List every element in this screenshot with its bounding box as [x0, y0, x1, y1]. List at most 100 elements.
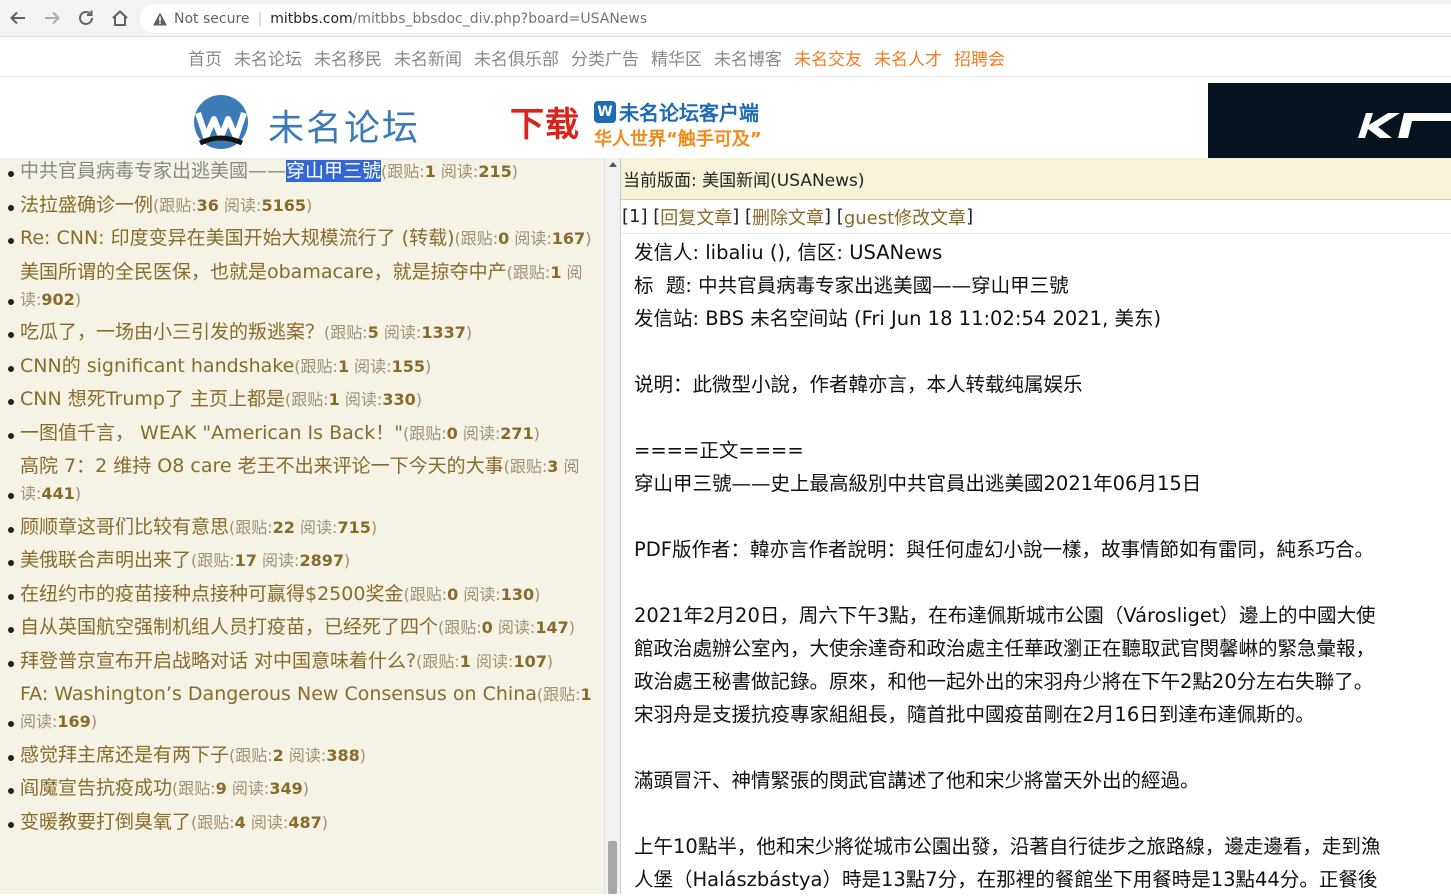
thread-title-link[interactable]: 在纽约市的疫苗接种点接种可赢得$2500奖金 [20, 583, 403, 605]
followups-label: 跟贴: [444, 618, 482, 637]
reads-count: 902 [41, 289, 75, 309]
thread-title-link[interactable]: Re: CNN: 印度变异在美国开始大规模流行了 (转载) [20, 227, 454, 249]
reads-count: 147 [535, 618, 569, 637]
download-label[interactable]: 下载 [510, 97, 580, 146]
followups-count: 0 [481, 618, 493, 637]
thread-meta: (跟贴:1 阅读:155) [294, 356, 432, 376]
thread-title-link[interactable]: 拜登普京宣布开启战略对话 对中国意味着什么? [20, 650, 416, 672]
thread-item-body: 阎魔宣告抗疫成功(跟贴:9 阅读:349) [20, 775, 598, 802]
thread-meta: (跟贴:17 阅读:2897) [191, 551, 351, 570]
address-bar[interactable]: Not secure | mitbbs.com/mitbbs_bbsdoc_di… [140, 4, 1451, 33]
thread-title-link[interactable]: CNN 想死Trump了 主页上都是 [20, 388, 285, 410]
guest-edit-link[interactable]: guest修改文章 [844, 204, 966, 230]
thread-title-link[interactable]: 高院 7：2 维持 O8 care 老王不出来评论一下今天的大事 [20, 455, 504, 477]
article-blank-line [634, 401, 1439, 434]
reads-label: 阅读: [344, 390, 383, 409]
thread-meta: (跟贴:9 阅读:349) [172, 779, 309, 798]
nav-link[interactable]: 未名移民 [314, 45, 382, 70]
nav-link[interactable]: 未名俱乐部 [474, 45, 559, 70]
back-button[interactable] [2, 2, 34, 34]
site-logo-text[interactable]: 未名论坛 [268, 99, 420, 151]
home-button[interactable] [104, 2, 136, 34]
scroll-thumb[interactable] [608, 841, 617, 894]
followups-count: 0 [498, 229, 510, 248]
thread-title-link[interactable]: 变暖教要打倒臭氧了 [20, 811, 191, 833]
thread-title-link[interactable]: CNN的 significant handshake [20, 355, 294, 377]
thread-meta: (跟贴:1 阅读:215) [381, 162, 518, 181]
followups-count: 22 [272, 517, 295, 537]
thread-title-link[interactable]: 美国所谓的全民医保，也就是obamacare，就是掠夺中产 [20, 261, 507, 283]
reads-count: 107 [513, 651, 547, 671]
thread-title-selected-text[interactable]: 穿山甲三號 [286, 160, 382, 182]
followups-label: 跟贴: [512, 262, 551, 282]
client-app-title[interactable]: W 未名论坛客户端 [594, 97, 759, 126]
followups-label: 跟贴: [235, 517, 273, 537]
followups-label: 跟贴: [409, 423, 447, 443]
thread-title-link[interactable]: 阎魔宣告抗疫成功 [20, 777, 172, 799]
nav-link[interactable]: 未名新闻 [394, 45, 462, 70]
followups-label: 跟贴: [422, 651, 460, 671]
reads-label: 阅读: [476, 651, 514, 671]
followups-label: 跟贴: [409, 584, 448, 604]
thread-title-link[interactable]: 吃瓜了，一场由小三引发的叛逃案？ [20, 321, 324, 343]
warning-icon[interactable] [152, 11, 168, 27]
thread-title-link[interactable]: 美俄联合声明出来了 [20, 549, 191, 571]
nav-link[interactable]: 未名人才 [874, 45, 942, 70]
thread-title-link[interactable]: 中共官員病毒专家出逃美國—— [20, 160, 286, 182]
thread-list-scrollbar[interactable] [604, 158, 620, 894]
scroll-up-arrow-icon[interactable] [609, 162, 617, 167]
thread-title-link[interactable]: 自从英国航空强制机组人员打疫苗，已经死了四个 [20, 616, 438, 638]
delete-link[interactable]: 删除文章 [752, 204, 824, 230]
article-line: 穿山甲三號——史上最高級別中共官員出逃美國2021年06月15日 [634, 472, 1202, 495]
forward-button[interactable] [36, 2, 68, 34]
reads-count: 487 [288, 812, 322, 832]
reads-count: 2897 [299, 551, 344, 570]
reads-count: 169 [57, 712, 91, 731]
followups-count: 0 [447, 584, 459, 604]
bullet-icon [8, 192, 20, 219]
thread-list-item: 感觉拜主席还是有两下子(跟贴:2 阅读:388) [0, 742, 604, 769]
thread-list-item: 美俄联合声明出来了(跟贴:17 阅读:2897) [0, 547, 604, 574]
banner: 未名论坛 下载 W 未名论坛客户端 华人世界“触手可及” [0, 76, 1451, 159]
article-line: 上午10點半，他和宋少將從城市公園出發，沿著自行徒步之旅路線，邊走邊看，走到漁 [634, 835, 1381, 858]
ad-banner[interactable] [1208, 83, 1451, 159]
thread-meta: (跟贴:0 阅读:147) [438, 618, 575, 637]
nav-link[interactable]: 招聘会 [954, 45, 1005, 70]
thread-item-body: 变暖教要打倒臭氧了(跟贴:4 阅读:487) [20, 809, 598, 836]
reload-button[interactable] [70, 2, 102, 34]
nav-link[interactable]: 未名博客 [714, 45, 782, 70]
reads-count: 271 [500, 423, 534, 443]
url-host[interactable]: mitbbs.com [270, 11, 352, 27]
nav-link[interactable]: 精华区 [651, 45, 702, 70]
bullet-icon [8, 353, 20, 380]
thread-item-body: 一图值千言， WEAK "American Is Back！"(跟贴:0 阅读:… [20, 420, 598, 447]
bullet-icon [8, 648, 20, 675]
article-blank-line [634, 797, 1439, 830]
nav-link[interactable]: 未名论坛 [234, 45, 302, 70]
thread-list-item: CNN的 significant handshake(跟贴:1 阅读:155) [0, 353, 604, 380]
thread-meta: (跟贴:0 阅读:167) [454, 229, 592, 248]
reads-label: 阅读: [383, 323, 422, 342]
client-app-slogan[interactable]: 华人世界“触手可及” [594, 125, 762, 151]
security-label[interactable]: Not secure [174, 11, 250, 27]
site-logo-icon[interactable] [190, 93, 252, 151]
thread-title-link[interactable]: 顾顺章这哥们比较有意思 [20, 516, 229, 538]
article-line: 人堡（Halászbástya）時是13點7分，在那裡的餐館坐下用餐時是13點4… [634, 868, 1378, 891]
thread-title-link[interactable]: 法拉盛确诊一例 [20, 194, 153, 216]
nav-link[interactable]: 分类广告 [571, 45, 639, 70]
nav-link[interactable]: 未名交友 [794, 45, 862, 70]
url-path[interactable]: /mitbbs_bbsdoc_div.php?board=USANews [353, 11, 647, 27]
thread-title-link[interactable]: 感觉拜主席还是有两下子 [20, 744, 229, 766]
thread-list-item: Re: CNN: 印度变异在美国开始大规模流行了 (转载)(跟贴:0 阅读:16… [0, 225, 604, 252]
followups-count: 0 [446, 423, 458, 443]
reply-link[interactable]: 回复文章 [660, 204, 732, 230]
followups-count: 1 [337, 356, 350, 376]
thread-list-item: 变暖教要打倒臭氧了(跟贴:4 阅读:487) [0, 809, 604, 836]
thread-title-link[interactable]: FA: Washington’s Dangerous New Consensus… [20, 683, 537, 705]
nav-link[interactable]: 首页 [188, 45, 222, 70]
followups-count: 3 [547, 457, 559, 476]
thread-item-body: Re: CNN: 印度变异在美国开始大规模流行了 (转载)(跟贴:0 阅读:16… [20, 225, 598, 252]
thread-title-link[interactable]: 一图值千言， WEAK "American Is Back！" [20, 422, 403, 444]
followups-label: 跟贴: [460, 229, 499, 248]
thread-item-body: 法拉盛确诊一例(跟贴:36 阅读:5165) [20, 192, 598, 219]
